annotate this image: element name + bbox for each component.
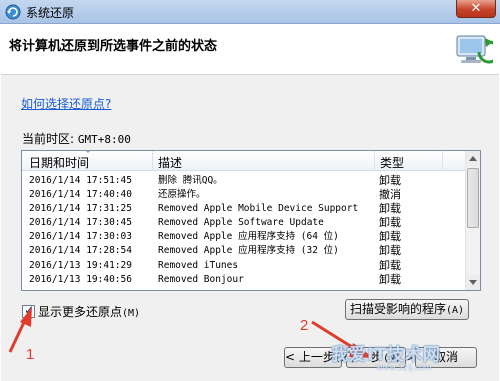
show-more-accel: (M): [122, 308, 141, 319]
restore-point-table[interactable]: 日期和时间 描述 类型 2016/1/14 17:51:45 删除 腾讯QQ。 …: [21, 150, 481, 291]
restore-wizard-icon: [456, 35, 493, 64]
row-date: 2016/1/13 19:41:29: [29, 260, 132, 271]
close-icon: ✕: [470, 1, 482, 16]
scroll-thumb[interactable]: [467, 168, 479, 228]
vertical-scrollbar[interactable]: [465, 151, 480, 290]
row-date: 2016/1/14 17:30:45: [29, 217, 132, 228]
scroll-down-arrow-icon[interactable]: [466, 275, 480, 290]
row-type: 卸载: [379, 230, 401, 243]
row-description: Removed Bonjour: [158, 274, 244, 285]
help-link[interactable]: 如何选择还原点?: [21, 95, 111, 112]
row-type: 卸载: [379, 202, 401, 215]
row-description: Removed Apple 应用程序支持 (64 位): [158, 231, 339, 242]
table-row[interactable]: 2016/1/14 17:30:45 Removed Apple Softwar…: [22, 216, 467, 230]
timezone-row: 当前时区: GMT+8:00: [22, 130, 131, 147]
row-date: 2016/1/14 17:51:45: [29, 175, 132, 186]
page-title: 将计算机还原到所选事件之前的状态: [9, 39, 218, 54]
column-divider: [442, 151, 443, 171]
column-header-date[interactable]: 日期和时间: [29, 154, 89, 171]
row-description: Removed Apple 应用程序支持 (32 位): [158, 245, 339, 256]
row-date: 2016/1/14 17:30:03: [29, 231, 132, 242]
back-label: < 上一步: [285, 350, 335, 364]
scan-affected-programs-button[interactable]: 扫描受影响的程序(A): [345, 299, 469, 320]
row-description: 还原操作。: [158, 189, 206, 200]
scroll-up-arrow-icon[interactable]: [466, 151, 480, 166]
table-row[interactable]: 2016/1/13 19:41:29 Removed iTunes 卸载: [22, 259, 467, 273]
row-date: 2016/1/14 17:28:54: [29, 245, 132, 256]
window-title: 系统还原: [26, 6, 75, 20]
row-description: 删除 腾讯QQ。: [158, 175, 223, 186]
table-row[interactable]: 2016/1/14 17:30:03 Removed Apple 应用程序支持 …: [22, 230, 467, 244]
timezone-value: GMT+8:00: [77, 133, 131, 146]
row-type: 卸载: [379, 273, 401, 286]
show-more-checkbox[interactable]: ✓: [22, 303, 35, 318]
row-type: 卸载: [379, 244, 401, 257]
table-row[interactable]: 2016/1/14 17:28:54 Removed Apple 应用程序支持 …: [22, 244, 467, 258]
checkmark-icon: ✓: [24, 303, 35, 317]
row-description: Removed Apple Mobile Device Support: [158, 203, 359, 214]
title-bar: 系统还原 ✕: [0, 0, 500, 24]
scan-label: 扫描受影响的程序: [349, 302, 446, 316]
table-row[interactable]: 2016/1/14 17:31:25 Removed Apple Mobile …: [22, 202, 467, 216]
row-date: 2016/1/14 17:31:25: [29, 203, 132, 214]
show-more-label[interactable]: 显示更多还原点(M): [38, 303, 140, 320]
timezone-label: 当前时区:: [22, 132, 75, 146]
step-number-1: 1: [26, 346, 35, 363]
row-type: 卸载: [379, 259, 401, 272]
system-restore-icon: [5, 4, 21, 20]
column-divider: [152, 151, 153, 171]
table-row[interactable]: 2016/1/14 17:51:45 删除 腾讯QQ。 卸载: [22, 174, 467, 188]
table-row[interactable]: 2016/1/14 17:40:40 还原操作。 撤消: [22, 188, 467, 202]
column-header-description[interactable]: 描述: [158, 154, 182, 171]
row-date: 2016/1/14 17:40:40: [29, 189, 132, 200]
watermark-url: www.52ij.com: [376, 363, 432, 372]
sort-caret-icon: [84, 151, 92, 153]
table-row[interactable]: 2016/1/13 19:40:56 Removed Bonjour 卸载: [22, 273, 467, 287]
table-header: 日期和时间 描述 类型: [22, 151, 467, 171]
close-button[interactable]: ✕: [456, 0, 496, 18]
show-more-text: 显示更多还原点: [38, 305, 123, 319]
column-divider: [374, 151, 375, 171]
watermark: 我爱IT技术网: [331, 345, 441, 365]
row-date: 2016/1/13 19:40:56: [29, 274, 132, 285]
row-type: 撤消: [379, 188, 401, 201]
column-header-type[interactable]: 类型: [380, 154, 404, 171]
row-type: 卸载: [379, 216, 401, 229]
step-number-2: 2: [300, 317, 309, 334]
row-description: Removed iTunes: [158, 260, 239, 271]
wizard-header: 将计算机还原到所选事件之前的状态: [1, 24, 499, 74]
scan-accel: (A): [445, 305, 465, 316]
row-description: Removed Apple Software Update: [158, 217, 324, 228]
row-type: 卸载: [379, 174, 401, 187]
